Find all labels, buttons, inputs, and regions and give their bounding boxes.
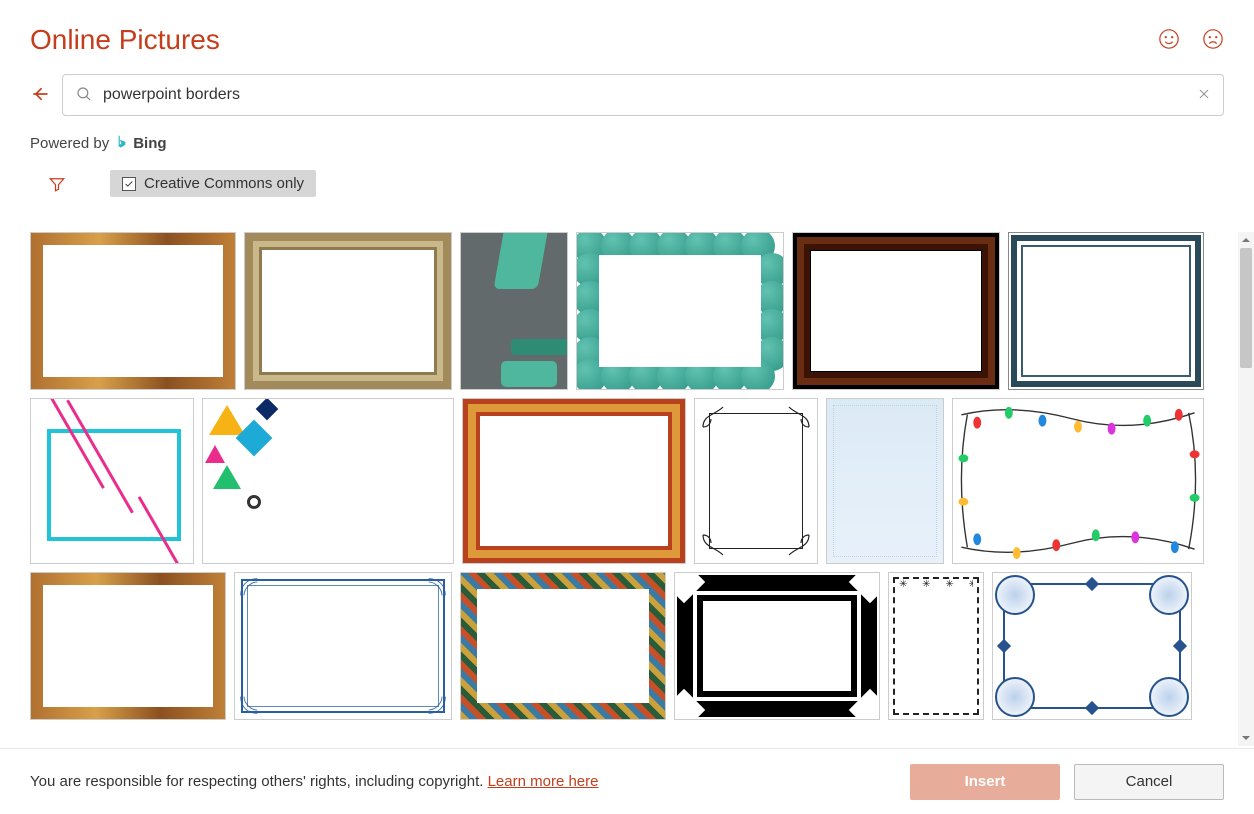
result-thumb[interactable]	[1008, 232, 1204, 390]
result-thumb[interactable]	[30, 232, 236, 390]
bing-logo: Bing	[115, 134, 166, 152]
result-thumb[interactable]	[694, 398, 818, 564]
results-scrollbar[interactable]	[1238, 232, 1254, 746]
result-thumb[interactable]	[244, 232, 452, 390]
powered-by-label: Powered by	[30, 135, 109, 152]
bing-label: Bing	[133, 135, 166, 152]
result-thumb[interactable]	[792, 232, 1000, 390]
result-thumb[interactable]	[460, 572, 666, 720]
clear-search-icon[interactable]	[1197, 87, 1211, 104]
result-thumb[interactable]	[202, 398, 454, 564]
result-thumb[interactable]	[576, 232, 784, 390]
scroll-up-icon[interactable]	[1238, 232, 1254, 248]
scroll-down-icon[interactable]	[1238, 730, 1254, 746]
back-arrow-icon[interactable]	[30, 84, 50, 107]
creative-commons-only-toggle[interactable]: Creative Commons only	[110, 170, 316, 197]
learn-more-link[interactable]: Learn more here	[488, 773, 599, 790]
result-thumb[interactable]	[234, 572, 452, 720]
insert-button[interactable]: Insert	[910, 764, 1060, 800]
result-thumb[interactable]	[30, 572, 226, 720]
search-input[interactable]	[103, 86, 1187, 104]
notice-text: You are responsible for respecting other…	[30, 773, 488, 790]
cancel-button[interactable]: Cancel	[1074, 764, 1224, 800]
result-thumb[interactable]	[992, 572, 1192, 720]
dialog-title: Online Pictures	[30, 24, 220, 56]
result-thumb[interactable]	[30, 398, 194, 564]
result-thumb[interactable]	[674, 572, 880, 720]
search-box[interactable]	[62, 74, 1224, 116]
checkbox-checked-icon	[122, 177, 136, 191]
result-thumb[interactable]	[888, 572, 984, 720]
result-thumb[interactable]	[826, 398, 944, 564]
search-icon	[75, 85, 93, 106]
results-grid	[30, 232, 1240, 746]
feedback-frown-icon[interactable]	[1202, 28, 1224, 53]
filter-icon[interactable]	[48, 175, 66, 193]
scrollbar-thumb[interactable]	[1240, 248, 1252, 368]
result-thumb[interactable]	[460, 232, 568, 390]
result-thumb[interactable]	[952, 398, 1204, 564]
copyright-notice: You are responsible for respecting other…	[30, 773, 598, 790]
cc-only-label: Creative Commons only	[144, 175, 304, 192]
result-thumb[interactable]	[462, 398, 686, 564]
feedback-smile-icon[interactable]	[1158, 28, 1180, 53]
scrollbar-track[interactable]	[1238, 248, 1254, 730]
